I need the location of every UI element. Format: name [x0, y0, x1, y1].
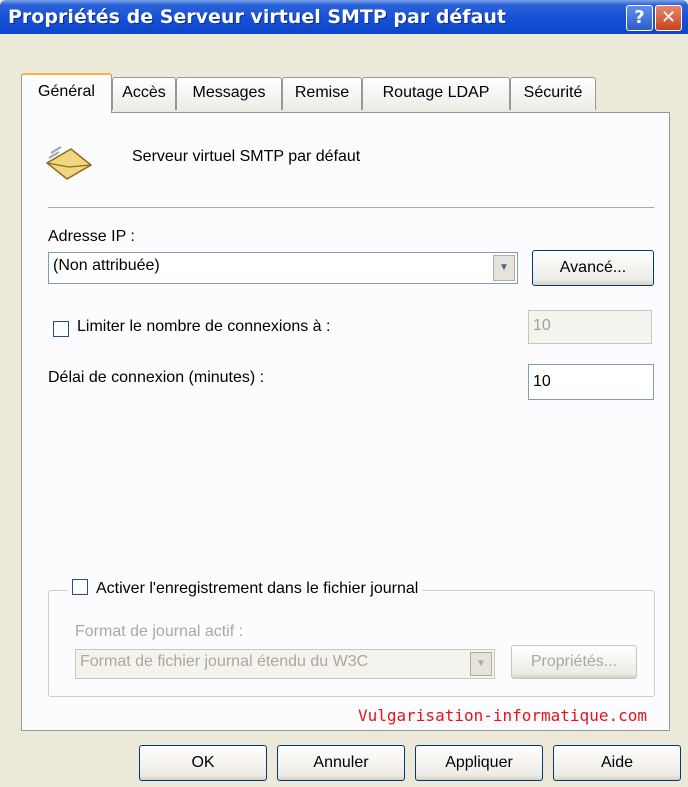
- log-format-label: Format de journal actif :: [75, 623, 244, 640]
- limit-connections-checkbox[interactable]: [53, 321, 69, 337]
- envelope-icon: [45, 146, 93, 180]
- logging-legend: Activer l'enregistrement dans le fichier…: [68, 579, 423, 598]
- tab-security[interactable]: Sécurité: [510, 77, 596, 110]
- tab-ldap-routing[interactable]: Routage LDAP: [362, 77, 510, 110]
- enable-logging-checkbox[interactable]: [72, 579, 88, 595]
- logging-group: [48, 590, 655, 697]
- ip-address-value: (Non attribuée): [53, 257, 160, 274]
- window-title: Propriétés de Serveur virtuel SMTP par d…: [8, 6, 507, 28]
- chevron-down-icon[interactable]: ▼: [470, 652, 492, 676]
- close-button[interactable]: ✕: [655, 5, 682, 31]
- log-format-value: Format de fichier journal étendu du W3C: [80, 653, 369, 670]
- server-name: Serveur virtuel SMTP par défaut: [132, 148, 361, 165]
- limit-connections-label: Limiter le nombre de connexions à :: [77, 318, 331, 335]
- ok-button[interactable]: OK: [139, 745, 267, 781]
- log-format-select[interactable]: Format de fichier journal étendu du W3C …: [75, 649, 495, 679]
- tab-general[interactable]: Général: [21, 73, 112, 113]
- ip-address-label: Adresse IP :: [48, 228, 135, 245]
- advanced-button[interactable]: Avancé...: [532, 250, 654, 286]
- enable-logging-label: Activer l'enregistrement dans le fichier…: [96, 580, 419, 597]
- tab-access[interactable]: Accès: [112, 77, 176, 110]
- help-button[interactable]: ?: [626, 5, 653, 31]
- divider: [48, 207, 654, 208]
- limit-connections-input[interactable]: 10: [528, 310, 652, 344]
- title-bar: Propriétés de Serveur virtuel SMTP par d…: [0, 0, 688, 34]
- cancel-button[interactable]: Annuler: [277, 745, 405, 781]
- tab-delivery[interactable]: Remise: [282, 77, 362, 110]
- timeout-label: Délai de connexion (minutes) :: [48, 369, 265, 386]
- log-properties-button[interactable]: Propriétés...: [511, 645, 637, 679]
- watermark: Vulgarisation-informatique.com: [358, 706, 647, 725]
- apply-button[interactable]: Appliquer: [415, 745, 543, 781]
- ip-address-select[interactable]: (Non attribuée) ▼: [48, 252, 518, 284]
- timeout-input[interactable]: 10: [528, 364, 654, 400]
- chevron-down-icon[interactable]: ▼: [493, 255, 515, 281]
- help-footer-button[interactable]: Aide: [553, 745, 681, 781]
- tab-messages[interactable]: Messages: [176, 77, 282, 110]
